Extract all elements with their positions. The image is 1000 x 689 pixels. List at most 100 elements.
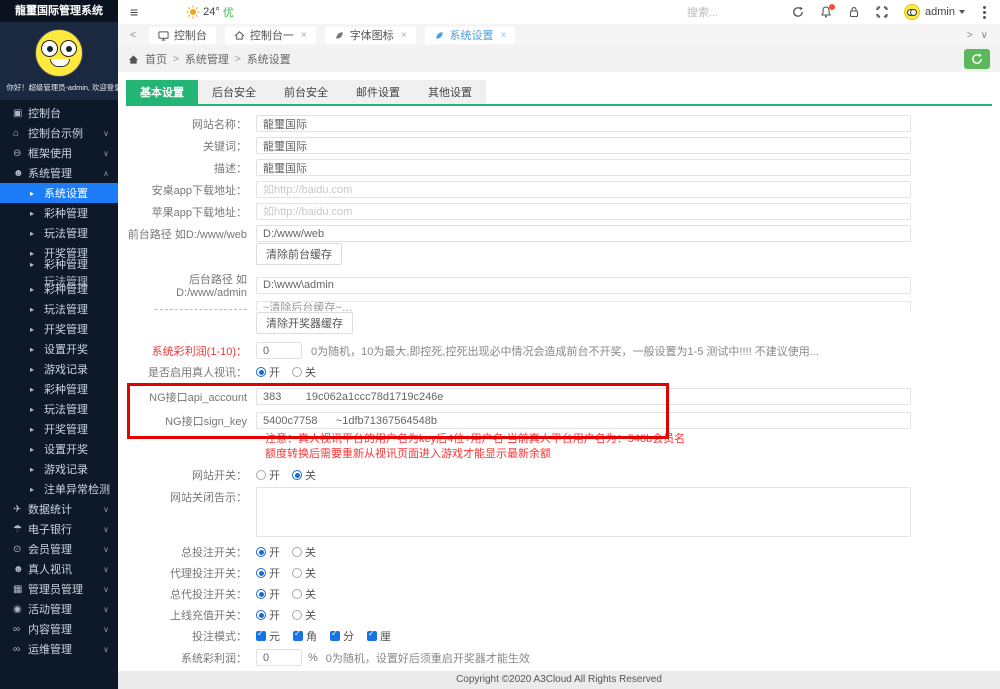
air-quality: 优 bbox=[223, 4, 234, 20]
field-hint: 0为随机，设置好后须重启开奖器才能生效 bbox=[326, 650, 530, 666]
arrow-icon bbox=[30, 345, 44, 354]
field-label: 总投注开关： bbox=[126, 544, 256, 560]
sidebar-item-live-video[interactable]: 真人视讯 bbox=[0, 559, 118, 579]
arrow-icon bbox=[30, 285, 44, 294]
sidebar-subitem-system-settings[interactable]: 系统设置 bbox=[0, 183, 118, 203]
radio-site-off[interactable] bbox=[292, 470, 302, 480]
close-icon[interactable] bbox=[401, 30, 407, 41]
clear-front-cache-button[interactable]: 清除前台缓存 bbox=[256, 243, 342, 265]
sidebar-subitem[interactable]: 玩法管理 bbox=[0, 399, 118, 419]
sidebar-subitem[interactable]: 游戏记录 bbox=[0, 359, 118, 379]
radio-live-off[interactable] bbox=[292, 367, 302, 377]
tab-frontend-security[interactable]: 前台安全 bbox=[270, 80, 342, 104]
tabs-scroll-left-icon[interactable] bbox=[126, 30, 140, 41]
description-input[interactable] bbox=[256, 159, 911, 176]
field-label: 关键词： bbox=[126, 138, 256, 154]
radio-live-on[interactable] bbox=[256, 367, 266, 377]
ios-app-url-input[interactable] bbox=[256, 203, 911, 220]
tab-backend-security[interactable]: 后台安全 bbox=[198, 80, 270, 104]
breadcrumb-home[interactable]: 首页 bbox=[145, 51, 167, 67]
sidebar-item-stats[interactable]: 数据统计 bbox=[0, 499, 118, 519]
lock-icon[interactable] bbox=[848, 6, 860, 18]
tab-system-settings[interactable]: 系统设置 bbox=[425, 27, 516, 44]
sidebar-item-console-demo[interactable]: 控制台示例 bbox=[0, 123, 118, 143]
radio-totalbet-on[interactable] bbox=[256, 547, 266, 557]
sidebar-item-system-mgmt[interactable]: 系统管理 bbox=[0, 163, 118, 183]
arrow-icon bbox=[30, 405, 44, 414]
fullscreen-icon[interactable] bbox=[876, 6, 888, 18]
sidebar-item-content[interactable]: 内容管理 bbox=[0, 619, 118, 639]
menu-toggle-icon[interactable] bbox=[130, 4, 138, 20]
ng-sign-key-input[interactable] bbox=[256, 412, 911, 429]
tab-font-icons[interactable]: 字体图标 bbox=[325, 27, 416, 44]
sidebar-item-admins[interactable]: 管理员管理 bbox=[0, 579, 118, 599]
admin-path-input[interactable] bbox=[256, 277, 911, 294]
close-notice-textarea[interactable] bbox=[256, 487, 911, 537]
sys-profit2-input[interactable] bbox=[256, 649, 302, 666]
refresh-icon[interactable] bbox=[792, 6, 804, 18]
refresh-page-button[interactable] bbox=[964, 49, 990, 69]
close-icon[interactable] bbox=[301, 30, 307, 41]
sidebar-subitem[interactable]: 玩法管理 bbox=[0, 299, 118, 319]
checkbox-li[interactable] bbox=[367, 631, 377, 641]
sidebar-item-members[interactable]: 会员管理 bbox=[0, 539, 118, 559]
ng-api-account-input[interactable] bbox=[256, 388, 911, 405]
tab-console[interactable]: 控制台 bbox=[149, 27, 216, 44]
sidebar-item-activity[interactable]: 活动管理 bbox=[0, 599, 118, 619]
radio-recharge-off[interactable] bbox=[292, 610, 302, 620]
tabs-menu-icon[interactable] bbox=[977, 30, 992, 41]
tab-mail-settings[interactable]: 邮件设置 bbox=[342, 80, 414, 104]
close-icon[interactable] bbox=[501, 30, 507, 41]
radio-superagent-off[interactable] bbox=[292, 589, 302, 599]
sidebar-subitem[interactable]: 开奖管理 bbox=[0, 319, 118, 339]
radio-recharge-on[interactable] bbox=[256, 610, 266, 620]
sidebar-item-framework[interactable]: 框架使用 bbox=[0, 143, 118, 163]
tab-console-one[interactable]: 控制台一 bbox=[225, 27, 316, 44]
tabs-scroll-right-icon[interactable] bbox=[963, 30, 977, 41]
sidebar-subitem[interactable]: 彩种管理 玩法管理 bbox=[0, 279, 118, 299]
breadcrumb-item[interactable]: 系统设置 bbox=[247, 51, 291, 67]
sidebar-item-ops[interactable]: 运维管理 bbox=[0, 639, 118, 659]
tab-other-settings[interactable]: 其他设置 bbox=[414, 80, 486, 104]
sidebar-item-ebank[interactable]: 电子银行 bbox=[0, 519, 118, 539]
clear-lottery-cache-button[interactable]: 清除开奖器缓存 bbox=[256, 312, 353, 334]
search-input[interactable]: 搜索... bbox=[687, 4, 718, 20]
front-path-input[interactable] bbox=[256, 225, 911, 242]
radio-site-on[interactable] bbox=[256, 470, 266, 480]
home-icon bbox=[128, 54, 139, 65]
arrow-icon bbox=[30, 365, 44, 374]
checkbox-jiao[interactable] bbox=[293, 631, 303, 641]
sidebar-subitem[interactable]: 开奖管理 bbox=[0, 419, 118, 439]
user-menu[interactable]: admin bbox=[925, 6, 965, 18]
avatar-mouth bbox=[50, 59, 70, 67]
refresh-icon bbox=[971, 53, 983, 65]
keywords-input[interactable] bbox=[256, 137, 911, 154]
site-name-input[interactable] bbox=[256, 115, 911, 132]
sidebar-subitem[interactable]: 游戏记录 bbox=[0, 459, 118, 479]
glitch-ghost-label: 玩法管理 bbox=[44, 273, 88, 289]
sidebar-subitem-order-anomaly[interactable]: 注单异常检测 bbox=[0, 479, 118, 499]
more-icon[interactable] bbox=[983, 11, 986, 14]
radio-agentbet-off[interactable] bbox=[292, 568, 302, 578]
notifications-icon[interactable] bbox=[820, 6, 832, 18]
sidebar-subitem[interactable]: 设置开奖 bbox=[0, 439, 118, 459]
monitor-icon bbox=[158, 30, 169, 41]
radio-totalbet-off[interactable] bbox=[292, 547, 302, 557]
breadcrumb-item[interactable]: 系统管理 bbox=[185, 51, 229, 67]
glitch-input[interactable]: ~清除后台缓存~… bbox=[256, 301, 911, 311]
sidebar-subitem[interactable]: 设置开奖 bbox=[0, 339, 118, 359]
avatar[interactable] bbox=[904, 4, 920, 20]
sidebar-subitem[interactable]: 彩种管理 bbox=[0, 254, 118, 274]
sidebar-subitem[interactable]: 彩种管理 bbox=[0, 203, 118, 223]
field-label: 描述： bbox=[126, 160, 256, 176]
sidebar-item-console[interactable]: 控制台 bbox=[0, 103, 118, 123]
radio-agentbet-on[interactable] bbox=[256, 568, 266, 578]
sys-profit-input[interactable] bbox=[256, 342, 302, 359]
sidebar-subitem[interactable]: 玩法管理 bbox=[0, 223, 118, 243]
checkbox-yuan[interactable] bbox=[256, 631, 266, 641]
tab-basic-settings[interactable]: 基本设置 bbox=[126, 80, 198, 104]
checkbox-fen[interactable] bbox=[330, 631, 340, 641]
sidebar-subitem[interactable]: 彩种管理 bbox=[0, 379, 118, 399]
android-app-url-input[interactable] bbox=[256, 181, 911, 198]
radio-superagent-on[interactable] bbox=[256, 589, 266, 599]
